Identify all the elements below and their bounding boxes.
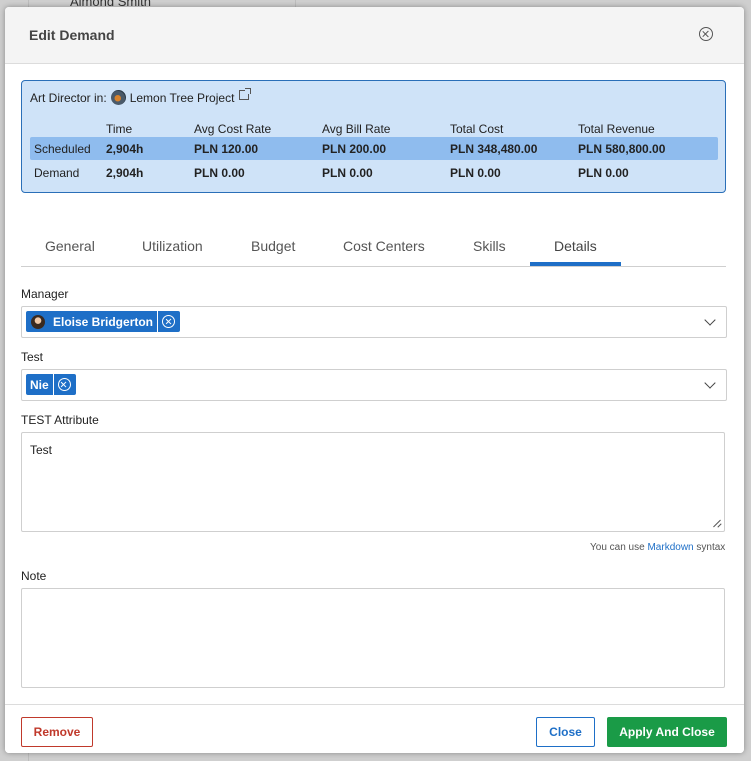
note-textarea[interactable] bbox=[21, 588, 725, 688]
close-circle-icon bbox=[162, 315, 176, 328]
header-time: Time bbox=[106, 122, 133, 136]
summary-row-demand: Demand 2,904h PLN 0.00 PLN 0.00 PLN 0.00… bbox=[30, 161, 718, 184]
row-total-revenue: PLN 0.00 bbox=[578, 166, 629, 180]
project-avatar bbox=[110, 90, 126, 105]
tab-bar: General Utilization Budget Cost Centers … bbox=[21, 233, 726, 267]
modal-header: Edit Demand bbox=[5, 7, 744, 64]
manager-label: Manager bbox=[21, 287, 69, 301]
tab-skills[interactable]: Skills bbox=[473, 238, 506, 254]
note-label: Note bbox=[21, 569, 47, 583]
active-tab-indicator bbox=[530, 262, 621, 266]
row-avg-cost-rate: PLN 120.00 bbox=[194, 142, 259, 156]
test-select[interactable]: Nie bbox=[21, 369, 727, 401]
markdown-link[interactable]: Markdown bbox=[647, 542, 693, 553]
row-total-revenue: PLN 580,800.00 bbox=[578, 142, 666, 156]
avatar bbox=[31, 314, 45, 329]
resize-handle-icon[interactable] bbox=[712, 518, 722, 528]
tab-general[interactable]: General bbox=[45, 238, 95, 254]
test-chip: Nie bbox=[26, 374, 76, 395]
test-attribute-textarea[interactable]: Test bbox=[21, 432, 725, 532]
external-link-icon[interactable] bbox=[239, 87, 252, 100]
project-name-link[interactable]: Lemon Tree Project bbox=[130, 91, 235, 105]
header-total-cost: Total Cost bbox=[450, 122, 504, 136]
row-total-cost: PLN 348,480.00 bbox=[450, 142, 538, 156]
test-chip-label: Nie bbox=[30, 377, 49, 392]
tab-details[interactable]: Details bbox=[554, 238, 597, 254]
header-total-revenue: Total Revenue bbox=[578, 122, 655, 136]
row-avg-bill-rate: PLN 0.00 bbox=[322, 166, 373, 180]
summary-row-scheduled: Scheduled 2,904h PLN 120.00 PLN 200.00 P… bbox=[30, 137, 718, 160]
markdown-hint-prefix: You can use bbox=[590, 542, 645, 553]
close-circle-icon bbox=[57, 378, 71, 391]
test-label: Test bbox=[21, 350, 44, 364]
row-avg-bill-rate: PLN 200.00 bbox=[322, 142, 387, 156]
row-time: 2,904h bbox=[106, 142, 144, 156]
row-time: 2,904h bbox=[106, 166, 144, 180]
tab-budget[interactable]: Budget bbox=[251, 238, 295, 254]
remove-chip-button[interactable] bbox=[157, 311, 180, 332]
header-avg-cost-rate: Avg Cost Rate bbox=[194, 122, 272, 136]
remove-button[interactable]: Remove bbox=[21, 717, 93, 747]
modal-title: Edit Demand bbox=[29, 27, 115, 43]
test-attribute-label: TEST Attribute bbox=[21, 413, 99, 427]
manager-select[interactable]: Eloise Bridgerton bbox=[21, 306, 727, 338]
tab-cost-centers[interactable]: Cost Centers bbox=[343, 238, 425, 254]
apply-and-close-button[interactable]: Apply And Close bbox=[607, 717, 727, 747]
row-avg-cost-rate: PLN 0.00 bbox=[194, 166, 245, 180]
header-avg-bill-rate: Avg Bill Rate bbox=[322, 122, 391, 136]
close-button[interactable]: Close bbox=[536, 717, 595, 747]
edit-demand-modal: Edit Demand Art Director in: Lemon Tree … bbox=[5, 7, 744, 753]
tab-utilization[interactable]: Utilization bbox=[142, 238, 203, 254]
close-icon[interactable] bbox=[699, 27, 713, 41]
manager-chip-label: Eloise Bridgerton bbox=[53, 314, 154, 329]
manager-chip: Eloise Bridgerton bbox=[26, 311, 181, 332]
demand-summary-panel: Art Director in: Lemon Tree Project Time… bbox=[21, 80, 726, 193]
markdown-hint-suffix: syntax bbox=[696, 542, 726, 553]
row-label: Scheduled bbox=[34, 142, 91, 156]
role-prefix: Art Director in: bbox=[30, 90, 107, 105]
row-total-cost: PLN 0.00 bbox=[450, 166, 501, 180]
chevron-down-icon[interactable] bbox=[704, 377, 716, 389]
markdown-hint: You can use Markdown syntax bbox=[590, 542, 725, 553]
remove-chip-button[interactable] bbox=[52, 374, 76, 395]
chevron-down-icon[interactable] bbox=[704, 314, 716, 326]
modal-footer: Remove Close Apply And Close bbox=[5, 704, 744, 753]
summary-title: Art Director in: Lemon Tree Project bbox=[30, 87, 252, 105]
row-label: Demand bbox=[34, 166, 80, 180]
